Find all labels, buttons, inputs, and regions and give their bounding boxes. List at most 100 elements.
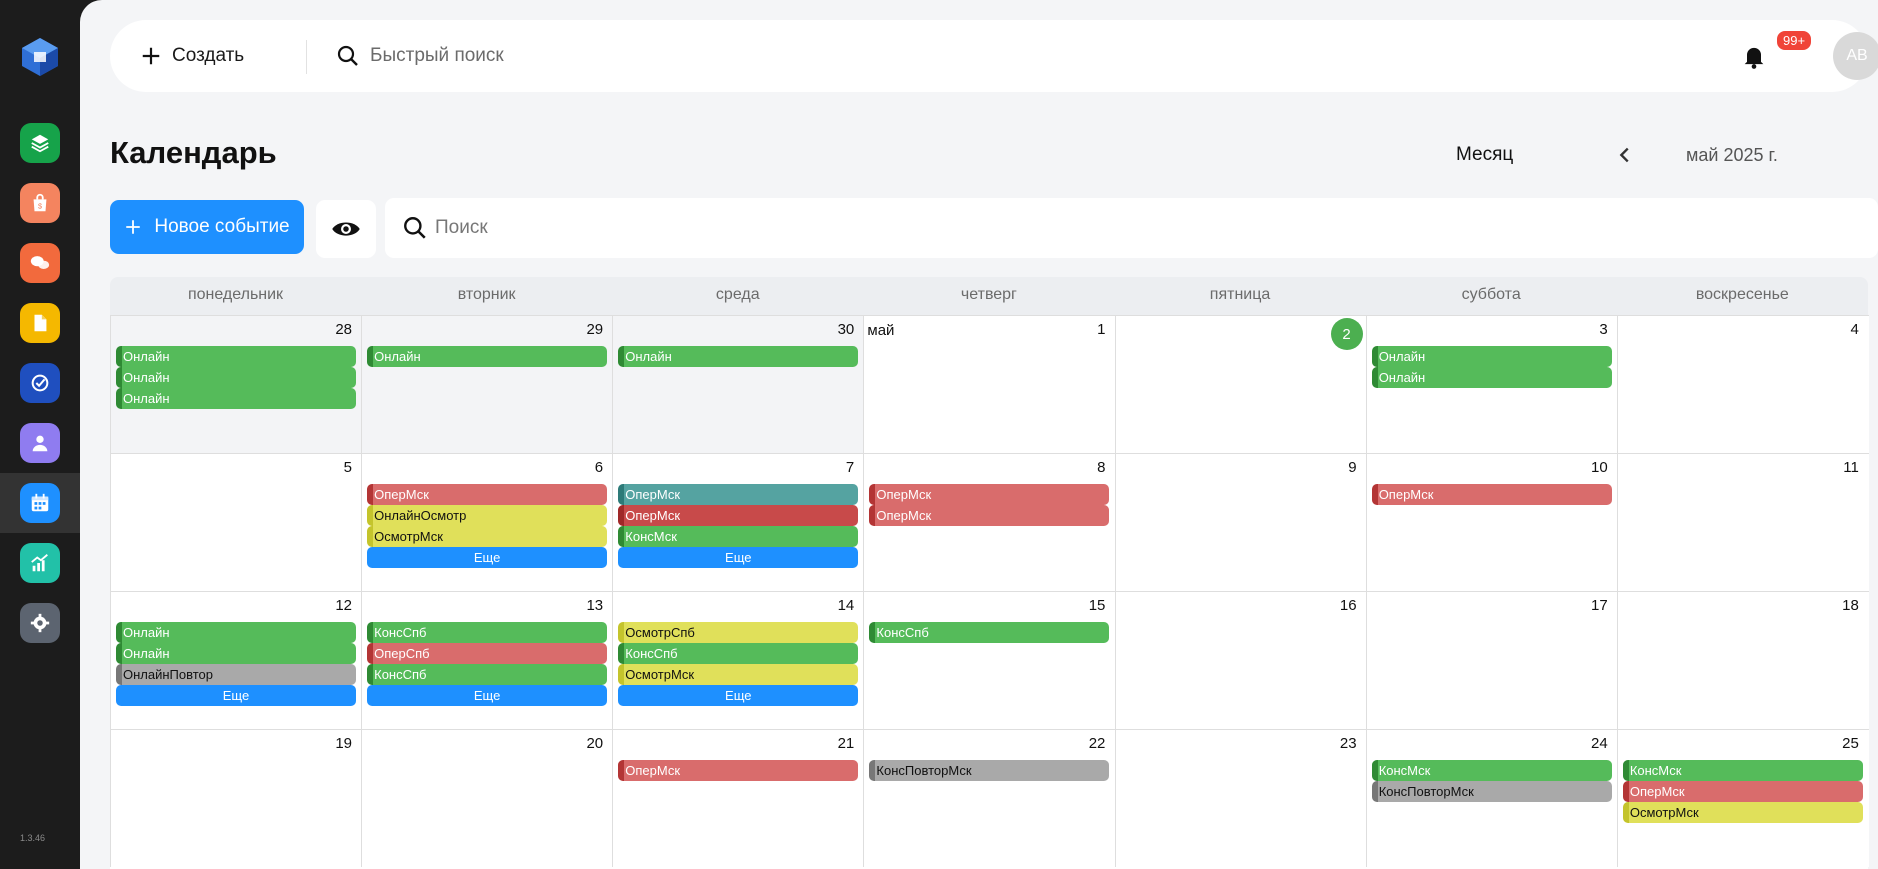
calendar-event[interactable]: ОперМск [1371, 484, 1612, 505]
weekday-header: понедельник вторник среда четверг пятница суб… [110, 277, 1868, 315]
calendar-event[interactable]: Онлайн [618, 346, 859, 367]
chevron-left-icon [1619, 147, 1629, 163]
calendar-event[interactable]: Онлайн [116, 367, 356, 388]
calendar-event[interactable]: КонсСпб [618, 643, 859, 664]
nav-settings[interactable] [0, 593, 80, 653]
calendar-day-cell[interactable]: 28 Онлайн Онлайн Онлайн [110, 315, 362, 453]
day-number: 23 [1339, 735, 1357, 752]
current-month-label: май 2025 г. [1686, 145, 1778, 165]
calendar-day-cell[interactable]: 23 [1114, 729, 1367, 867]
nav-analytics[interactable] [0, 533, 80, 593]
calendar-event[interactable]: ОперСпб [367, 643, 608, 664]
calendar-day-cell[interactable]: 25 КонсМск ОперМск ОсмотрМск [1616, 729, 1869, 867]
bell-icon [1744, 47, 1764, 69]
plus-icon [142, 47, 160, 65]
more-events-button[interactable]: Еще [367, 685, 608, 706]
day-number: 8 [1097, 459, 1106, 476]
calendar-day-cell[interactable]: 4 [1616, 315, 1869, 453]
weekday-label: четверг [960, 286, 1017, 303]
calendar-day-cell[interactable]: 5 [110, 453, 362, 591]
svg-text:$: $ [38, 202, 42, 211]
calendar-day-cell[interactable]: 20 [361, 729, 614, 867]
calendar-day-cell[interactable]: 14 ОсмотрСпб КонсСпб ОсмотрМск Еще [612, 591, 865, 729]
calendar-day-cell[interactable]: 2 [1114, 315, 1367, 453]
calendar-event[interactable]: ОперМск [618, 760, 859, 781]
more-events-button[interactable]: Еще [116, 685, 356, 706]
calendar-event[interactable]: ОсмотрМск [367, 526, 608, 547]
day-number: 18 [1842, 597, 1859, 614]
more-events-button[interactable]: Еще [618, 547, 859, 568]
calendar-day-cell[interactable]: 15 КонсСпб [863, 591, 1116, 729]
calendar-event[interactable]: ОнлайнПовтор [116, 664, 356, 685]
nav-contacts[interactable] [0, 413, 80, 473]
create-button[interactable]: Создать [140, 42, 244, 70]
calendar-day-cell[interactable]: 11 [1616, 453, 1869, 591]
day-number: 28 [335, 321, 352, 338]
calendar-event[interactable]: ОсмотрСпб [618, 622, 859, 643]
plus-icon [126, 220, 141, 234]
notifications-button[interactable] [1740, 42, 1768, 70]
calendar-event[interactable]: Онлайн [116, 643, 356, 664]
more-events-button[interactable]: Еще [367, 547, 608, 568]
calendar-day-cell[interactable]: 17 [1365, 591, 1618, 729]
today-day-number: 2 [1330, 318, 1363, 350]
calendar-day-cell[interactable]: 10 ОперМск [1365, 453, 1618, 591]
calendar-day-cell[interactable]: май 1 [863, 315, 1116, 453]
calendar-event[interactable]: ОперМск [869, 505, 1110, 526]
calendar-day-cell[interactable]: 16 [1114, 591, 1367, 729]
calendar-event[interactable]: ОперМск [618, 505, 859, 526]
calendar-event[interactable]: ОнлайнОсмотр [367, 505, 608, 526]
calendar-day-cell[interactable]: 8 ОперМск ОперМск [863, 453, 1116, 591]
nav-documents[interactable] [0, 293, 80, 353]
visibility-toggle-button[interactable] [316, 200, 376, 258]
calendar-day-cell[interactable]: 12 Онлайн Онлайн ОнлайнПовтор Еще [110, 591, 362, 729]
calendar-event[interactable]: ОперМск [869, 484, 1110, 505]
calendar-event[interactable]: Онлайн [116, 622, 356, 643]
prev-month-button[interactable] [1610, 140, 1640, 170]
calendar-day-cell[interactable]: 29 Онлайн [361, 315, 614, 453]
calendar-event[interactable]: Онлайн [116, 388, 356, 409]
avatar[interactable]: AB [1833, 32, 1878, 80]
calendar-event[interactable]: ОперМск [1622, 781, 1863, 802]
calendar-day-cell[interactable]: 30 Онлайн [612, 315, 865, 453]
calendar-event[interactable]: КонсМск [1371, 760, 1612, 781]
calendar-event[interactable]: ОсмотрМск [1622, 802, 1863, 823]
calendar-event[interactable]: КонсСпб [367, 622, 608, 643]
calendar-day-cell[interactable]: 13 КонсСпб ОперСпб КонсСпб Еще [361, 591, 614, 729]
calendar-day-cell[interactable]: 7 ОперМск ОперМск КонсМск Еще [612, 453, 865, 591]
calendar-event[interactable]: КонсСпб [869, 622, 1110, 643]
calendar-event[interactable]: Онлайн [1371, 346, 1612, 367]
app-logo[interactable] [20, 36, 60, 78]
calendar-event[interactable]: КонсМск [618, 526, 859, 547]
calendar-event[interactable]: Онлайн [1371, 367, 1612, 388]
calendar-event[interactable]: ОперМск [618, 484, 859, 505]
calendar-event[interactable]: Онлайн [116, 346, 356, 367]
calendar-event[interactable]: КонсПовторМск [1371, 781, 1612, 802]
eye-icon [332, 222, 360, 236]
calendar-day-cell[interactable]: 21 ОперМск [612, 729, 865, 867]
view-mode-select[interactable]: Месяц [1456, 144, 1513, 166]
new-event-button[interactable]: Новое событие [110, 200, 304, 254]
calendar-event[interactable]: КонсМск [1622, 760, 1863, 781]
calendar-event[interactable]: ОсмотрМск [618, 664, 859, 685]
more-events-button[interactable]: Еще [618, 685, 859, 706]
nav-sales[interactable]: $ [0, 173, 80, 233]
calendar-day-cell[interactable]: 18 [1616, 591, 1869, 729]
calendar-event[interactable]: КонсПовторМск [869, 760, 1110, 781]
calendar-day-cell[interactable]: 9 [1114, 453, 1367, 591]
calendar-event[interactable]: КонсСпб [367, 664, 608, 685]
calendar-event[interactable]: ОперМск [367, 484, 608, 505]
calendar-day-cell[interactable]: 3 Онлайн Онлайн [1365, 315, 1618, 453]
quick-search[interactable]: Быстрый поиск [336, 42, 504, 70]
calendar-day-cell[interactable]: 22 КонсПовторМск [863, 729, 1116, 867]
event-search-input[interactable] [435, 210, 1735, 246]
nav-tasks[interactable] [0, 353, 80, 413]
nav-chat[interactable] [0, 233, 80, 293]
calendar-day-cell[interactable]: 6 ОперМск ОнлайнОсмотр ОсмотрМск Еще [361, 453, 614, 591]
calendar-day-cell[interactable]: 19 [110, 729, 362, 867]
calendar-day-cell[interactable]: 24 КонсМск КонсПовторМск [1365, 729, 1618, 867]
nav-stack[interactable] [0, 113, 80, 173]
nav-calendar[interactable] [0, 473, 80, 533]
day-number: 21 [837, 735, 855, 752]
calendar-event[interactable]: Онлайн [367, 346, 608, 367]
